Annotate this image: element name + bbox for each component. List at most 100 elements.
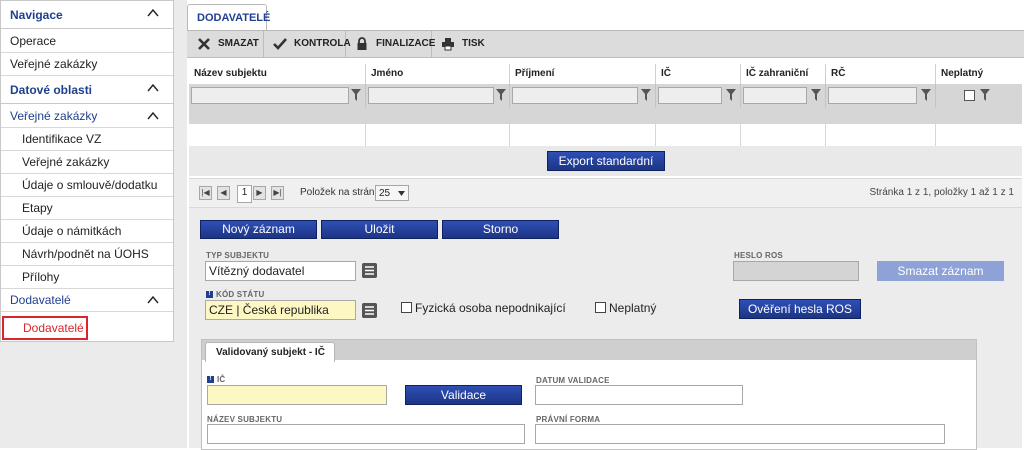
validace-button[interactable]: Validace bbox=[405, 385, 522, 405]
filter-input-jmeno[interactable] bbox=[368, 87, 494, 104]
filter-icon[interactable] bbox=[980, 89, 990, 101]
sidebar-item-udaje-o-namitkach[interactable]: Údaje o námitkách bbox=[1, 220, 173, 243]
per-page-label: Položek na stránku bbox=[300, 187, 386, 198]
filter-input-rc[interactable] bbox=[828, 87, 917, 104]
sidebar-item-navrh-podnet[interactable]: Návrh/podnět na ÚOHS bbox=[1, 243, 173, 266]
column-header-ic-zahranicni[interactable]: IČ zahraniční bbox=[741, 64, 826, 84]
datum-validace-input[interactable] bbox=[535, 385, 743, 405]
first-page-icon[interactable]: |◀ bbox=[199, 186, 212, 200]
toolbar: SMAZAT KONTROLA FINALIZACE TISK bbox=[187, 30, 1024, 58]
filter-cell bbox=[656, 84, 741, 108]
pravni-forma-input[interactable] bbox=[535, 424, 945, 444]
export-button[interactable]: Export standardní bbox=[547, 151, 665, 171]
table-cell bbox=[826, 124, 936, 146]
per-page-select[interactable]: 25 bbox=[375, 185, 409, 201]
column-header-prijmeni[interactable]: Příjmení bbox=[510, 64, 656, 84]
sidebar-item-label: Etapy bbox=[22, 201, 53, 215]
subsection-dodavatele[interactable]: Dodavatelé bbox=[1, 289, 173, 312]
delete-record-button[interactable]: Smazat záznam bbox=[877, 261, 1004, 281]
column-header-jmeno[interactable]: Jméno bbox=[366, 64, 510, 84]
kod-statu-label: ! KÓD STÁTU bbox=[206, 290, 264, 299]
column-header-neplatny[interactable]: Neplatný bbox=[936, 64, 1022, 84]
sidebar-item-dodavatele-active[interactable]: Dodavatelé bbox=[2, 316, 88, 340]
heslo-ros-input[interactable] bbox=[733, 261, 859, 281]
nazev-subjektu-label: NÁZEV SUBJEKTU bbox=[207, 415, 283, 424]
data-grid: Název subjektu Jméno Příjmení IČ IČ zahr… bbox=[189, 64, 1022, 147]
check-icon bbox=[273, 38, 287, 50]
chevron-up-icon[interactable] bbox=[147, 82, 159, 94]
table-row[interactable] bbox=[189, 124, 1022, 147]
section-datove-oblasti[interactable]: Datové oblasti bbox=[1, 76, 173, 104]
filter-cell bbox=[936, 84, 1022, 108]
table-cell bbox=[741, 124, 826, 146]
new-record-button[interactable]: Nový záznam bbox=[200, 220, 317, 239]
datum-validace-label: DATUM VALIDACE bbox=[536, 376, 610, 385]
last-page-icon[interactable]: ▶| bbox=[271, 186, 284, 200]
filter-icon[interactable] bbox=[496, 89, 506, 101]
finalizace-button[interactable]: FINALIZACE bbox=[345, 31, 436, 57]
list-icon[interactable] bbox=[362, 263, 377, 278]
sidebar-item-etapy[interactable]: Etapy bbox=[1, 197, 173, 220]
sidebar-item-verejne-zakazky[interactable]: Veřejné zakázky bbox=[1, 53, 173, 76]
filter-checkbox-neplatny[interactable] bbox=[964, 90, 975, 101]
filter-icon[interactable] bbox=[726, 89, 736, 101]
smazat-button[interactable]: SMAZAT bbox=[187, 31, 264, 57]
fyzicka-osoba-checkbox[interactable] bbox=[401, 302, 412, 313]
ic-label: ! IČ bbox=[207, 375, 225, 384]
tab-validovany-subjekt[interactable]: Validovaný subjekt - IČ bbox=[205, 342, 335, 362]
column-label: Název subjektu bbox=[194, 68, 267, 79]
typ-subjektu-label: TYP SUBJEKTU bbox=[206, 251, 270, 260]
save-button[interactable]: Uložit bbox=[321, 220, 438, 239]
filter-input-ic-zahranicni[interactable] bbox=[743, 87, 807, 104]
subsection-label: Veřejné zakázky bbox=[10, 109, 98, 123]
column-header-ic[interactable]: IČ bbox=[656, 64, 741, 84]
filter-input-prijmeni[interactable] bbox=[512, 87, 638, 104]
section-navigace[interactable]: Navigace bbox=[1, 1, 173, 29]
subsection-label: Dodavatelé bbox=[10, 293, 71, 307]
tab-dodavatele[interactable]: DODAVATELÉ bbox=[187, 4, 270, 31]
x-icon bbox=[198, 38, 210, 50]
page-number-input[interactable]: 1 bbox=[237, 185, 252, 203]
filter-icon[interactable] bbox=[921, 89, 931, 101]
prev-page-icon[interactable]: ◀ bbox=[217, 186, 230, 200]
kod-statu-input[interactable]: CZE | Česká republika bbox=[205, 300, 356, 320]
sidebar-item-operace[interactable]: Operace bbox=[1, 30, 173, 53]
sidebar-item-udaje-o-smlouve[interactable]: Údaje o smlouvě/dodatku bbox=[1, 174, 173, 197]
sidebar-item-prilohy[interactable]: Přílohy bbox=[1, 266, 173, 289]
sidebar-item-label: Údaje o námitkách bbox=[22, 224, 122, 238]
column-header-rc[interactable]: RČ bbox=[826, 64, 936, 84]
validated-subject-panel: Validovaný subjekt - IČ ! IČ Validace DAT… bbox=[201, 339, 977, 450]
next-page-icon[interactable]: ▶ bbox=[253, 186, 266, 200]
chevron-up-icon[interactable] bbox=[147, 7, 159, 19]
pager: |◀ ◀ 1 ▶ ▶| Položek na stránku 25 Stránk… bbox=[189, 178, 1022, 208]
list-icon[interactable] bbox=[362, 303, 377, 318]
sidebar-item-identifikace-vz[interactable]: Identifikace VZ bbox=[1, 128, 173, 151]
filter-input-nazev[interactable] bbox=[191, 87, 349, 104]
filter-icon[interactable] bbox=[351, 89, 361, 101]
neplatny-checkbox[interactable] bbox=[595, 302, 606, 313]
filter-input-ic[interactable] bbox=[658, 87, 722, 104]
tisk-button[interactable]: TISK bbox=[431, 31, 491, 57]
subsection-verejne-zakazky[interactable]: Veřejné zakázky bbox=[1, 105, 173, 128]
kod-statu-label-text: KÓD STÁTU bbox=[216, 290, 265, 299]
table-cell bbox=[656, 124, 741, 146]
nazev-subjektu-input[interactable] bbox=[207, 424, 525, 444]
sidebar-panel: Navigace Operace Veřejné zakázky Datové … bbox=[0, 0, 174, 342]
column-header-nazev[interactable]: Název subjektu bbox=[189, 64, 366, 84]
filter-icon[interactable] bbox=[641, 89, 651, 101]
sidebar-item-verejne-zakazky-sub[interactable]: Veřejné zakázky bbox=[1, 151, 173, 174]
main-content: DODAVATELÉ SMAZAT KONTROLA FINALIZACE TI… bbox=[187, 0, 1024, 450]
filter-icon[interactable] bbox=[811, 89, 821, 101]
typ-subjektu-input[interactable]: Vítězný dodavatel bbox=[205, 261, 356, 281]
cancel-button[interactable]: Storno bbox=[442, 220, 559, 239]
sidebar-item-label: Návrh/podnět na ÚOHS bbox=[22, 247, 149, 261]
chevron-up-icon[interactable] bbox=[147, 110, 159, 122]
ic-input[interactable] bbox=[207, 385, 387, 405]
kontrola-button[interactable]: KONTROLA bbox=[263, 31, 351, 57]
sidebar-item-label: Dodavatelé bbox=[23, 321, 84, 335]
button-label: FINALIZACE bbox=[376, 38, 436, 49]
chevron-up-icon[interactable] bbox=[147, 294, 159, 306]
overeni-hesla-button[interactable]: Ověření hesla ROS bbox=[739, 299, 861, 319]
sidebar-item-label: Veřejné zakázky bbox=[10, 57, 98, 71]
table-row-selected[interactable] bbox=[189, 108, 1022, 124]
